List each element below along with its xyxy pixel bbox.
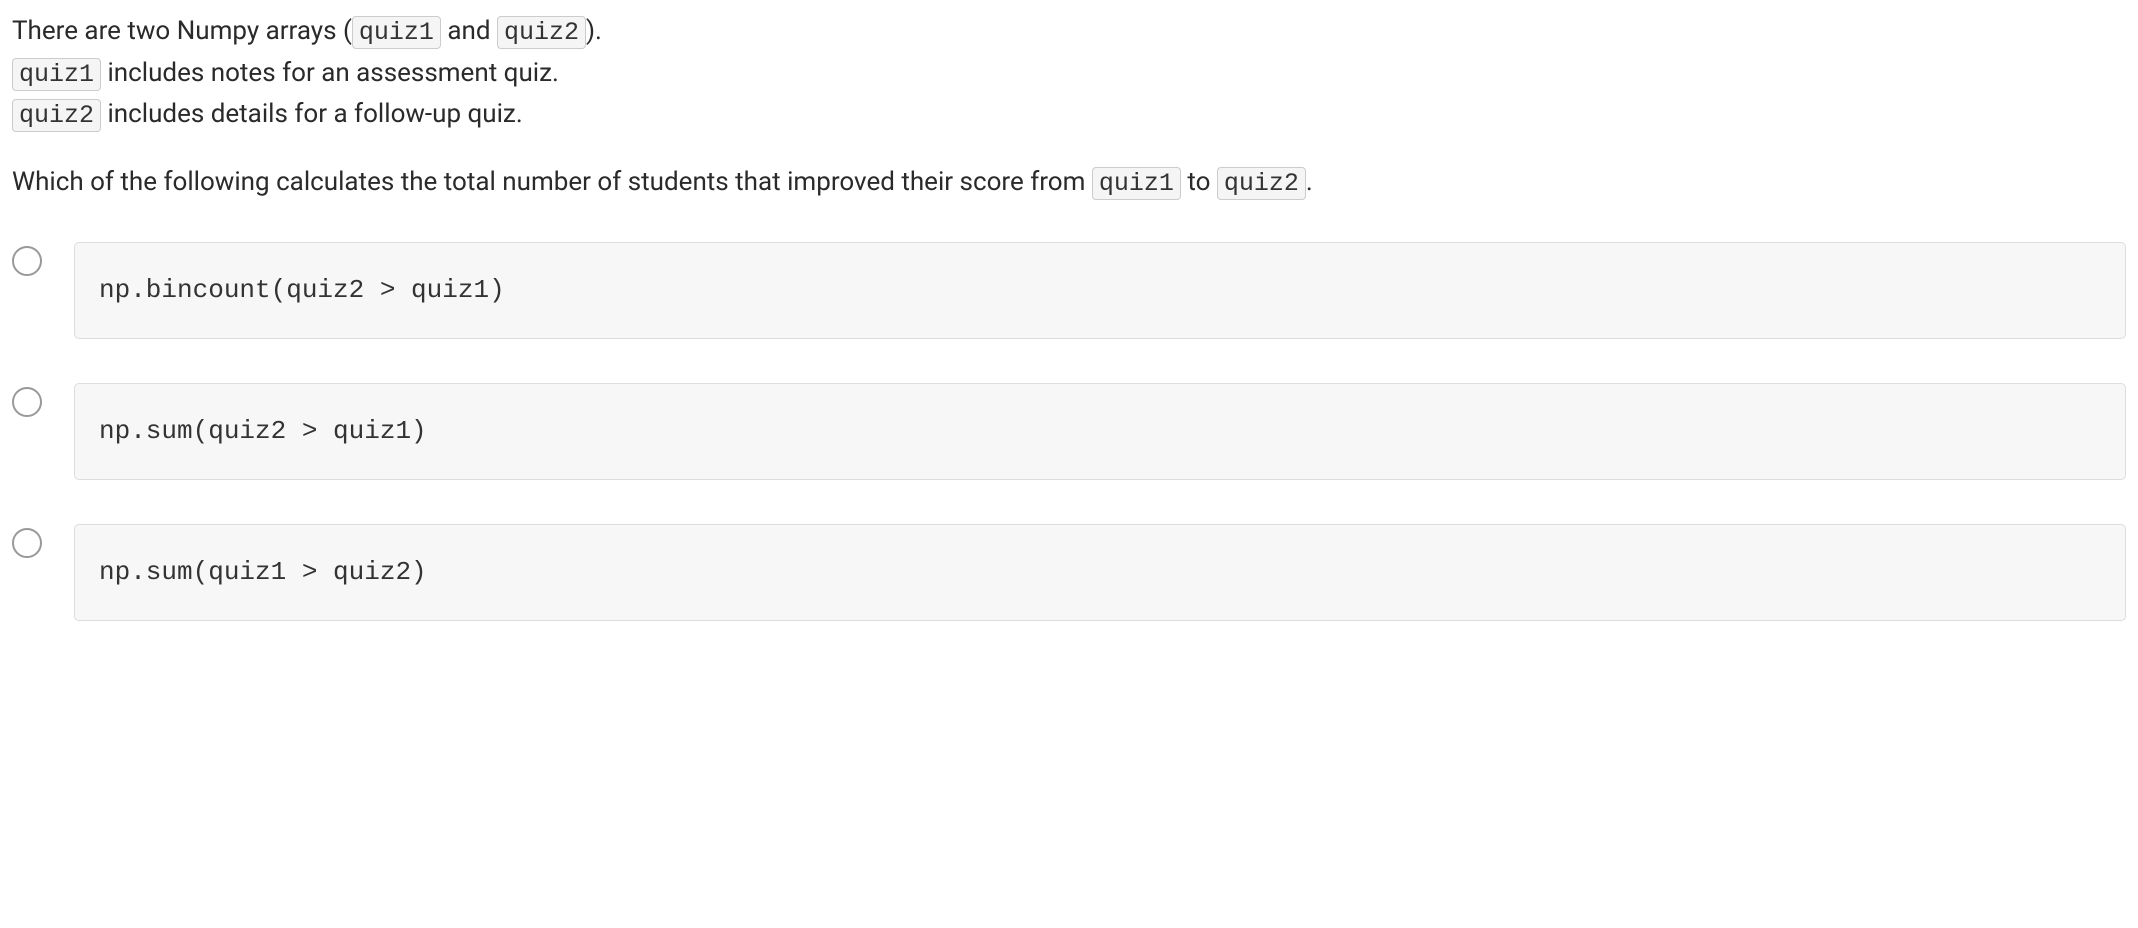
radio-button-option-1[interactable]	[12, 246, 42, 276]
radio-button-option-3[interactable]	[12, 528, 42, 558]
option-row: np.sum(quiz2 > quiz1)	[12, 383, 2126, 480]
intro-line-3: quiz2 includes details for a follow-up q…	[12, 95, 2126, 135]
inline-code-quiz2: quiz2	[1217, 167, 1306, 200]
intro-text: and	[441, 16, 497, 46]
question-prompt: Which of the following calculates the to…	[12, 163, 2126, 203]
prompt-text: to	[1181, 167, 1217, 197]
code-block-option-1: np.bincount(quiz2 > quiz1)	[74, 242, 2126, 339]
radio-button-option-2[interactable]	[12, 387, 42, 417]
inline-code-quiz1: quiz1	[12, 58, 101, 91]
intro-text: There are two Numpy arrays (	[12, 16, 352, 46]
prompt-text: Which of the following calculates the to…	[12, 167, 1092, 197]
inline-code-quiz2: quiz2	[497, 16, 586, 49]
intro-line-2: quiz1 includes notes for an assessment q…	[12, 54, 2126, 94]
inline-code-quiz1: quiz1	[352, 16, 441, 49]
option-row: np.sum(quiz1 > quiz2)	[12, 524, 2126, 621]
options-list: np.bincount(quiz2 > quiz1) np.sum(quiz2 …	[12, 242, 2126, 621]
code-block-option-2: np.sum(quiz2 > quiz1)	[74, 383, 2126, 480]
intro-line-1: There are two Numpy arrays (quiz1 and qu…	[12, 12, 2126, 52]
intro-text: includes notes for an assessment quiz.	[101, 58, 559, 88]
question-intro: There are two Numpy arrays (quiz1 and qu…	[12, 12, 2126, 135]
intro-text: includes details for a follow-up quiz.	[101, 99, 523, 129]
intro-text: ).	[586, 16, 602, 46]
option-row: np.bincount(quiz2 > quiz1)	[12, 242, 2126, 339]
inline-code-quiz1: quiz1	[1092, 167, 1181, 200]
code-block-option-3: np.sum(quiz1 > quiz2)	[74, 524, 2126, 621]
inline-code-quiz2: quiz2	[12, 99, 101, 132]
prompt-text: .	[1306, 167, 1313, 197]
